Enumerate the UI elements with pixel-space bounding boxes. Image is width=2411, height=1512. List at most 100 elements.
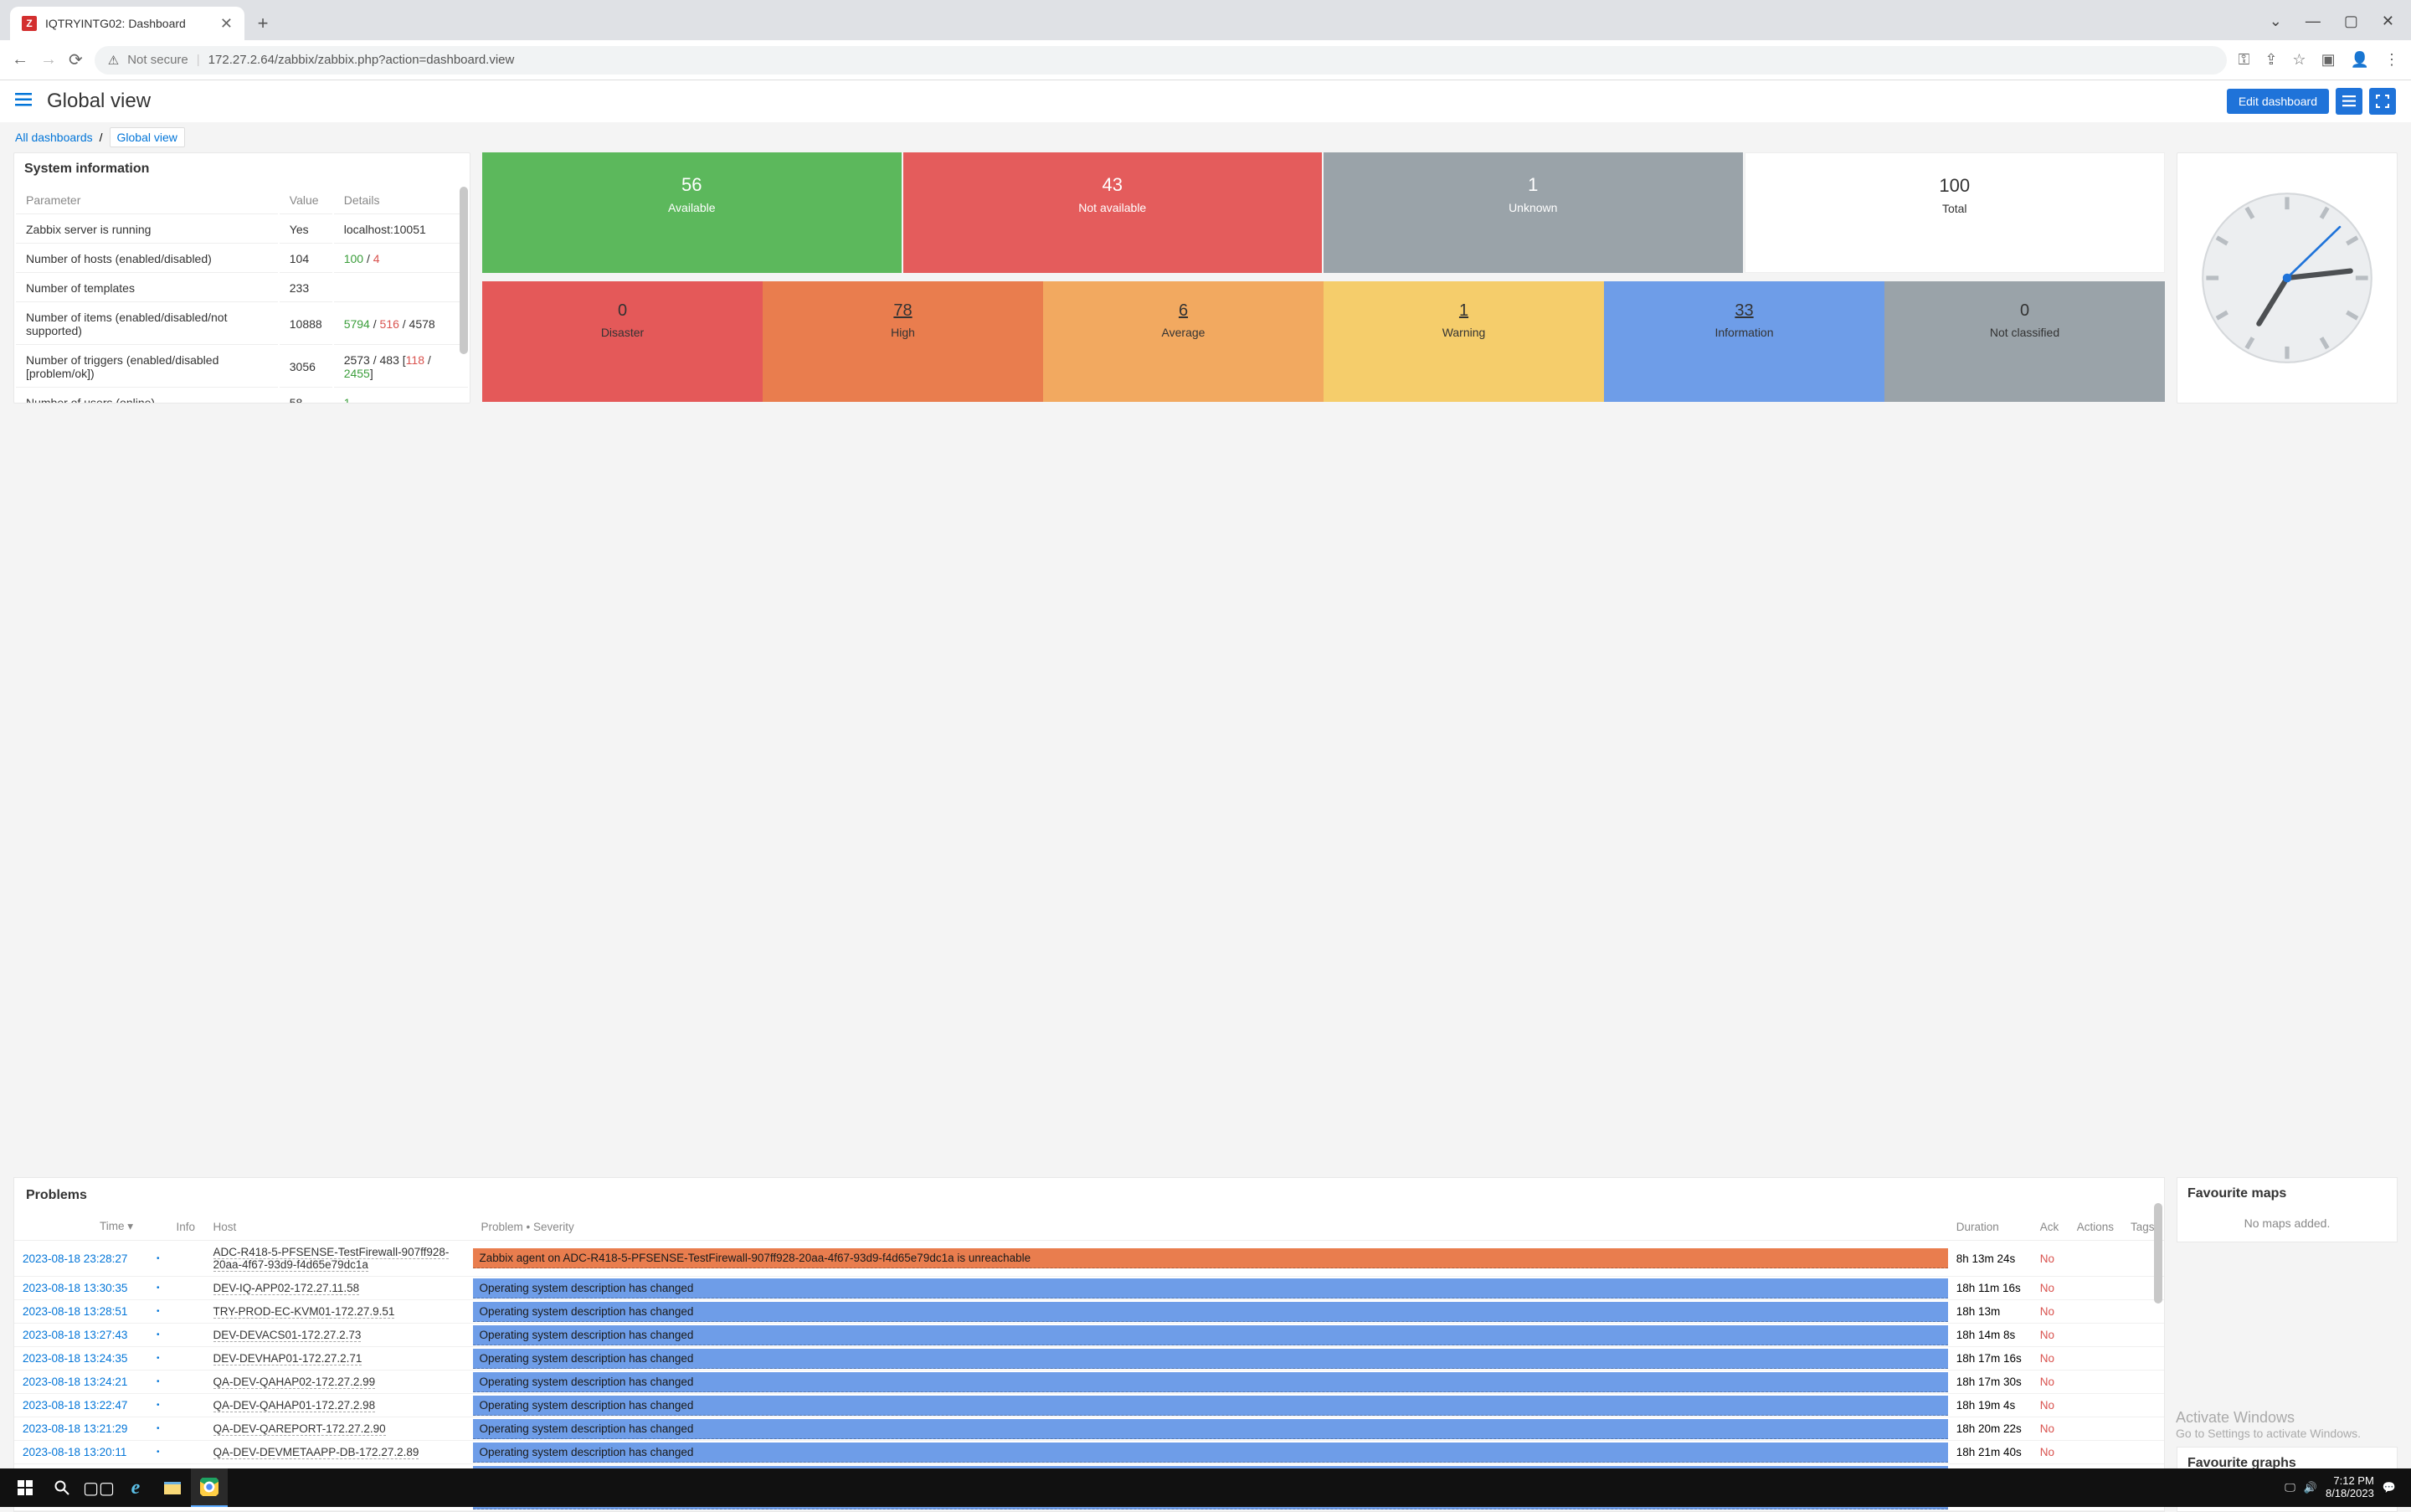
problem-host[interactable]: DEV-DEVHAP01-172.27.2.71 [205, 1347, 473, 1371]
problem-ack-link[interactable]: No [2040, 1446, 2054, 1458]
problem-time-link[interactable]: 2023-08-18 13:30:35 [23, 1282, 127, 1294]
problem-host[interactable]: TRY-PROD-EC-KVM01-172.27.9.51 [205, 1300, 473, 1324]
file-explorer-icon[interactable] [154, 1468, 191, 1507]
problem-host[interactable]: DEV-IQ-APP02-172.27.11.58 [205, 1277, 473, 1300]
problem-ack-link[interactable]: No [2040, 1376, 2054, 1388]
problem-ack-link[interactable]: No [2040, 1305, 2054, 1318]
problem-time-link[interactable]: 2023-08-18 13:20:11 [23, 1446, 126, 1458]
nav-reload-icon[interactable]: ⟳ [69, 49, 83, 70]
col-host[interactable]: Host [205, 1213, 473, 1241]
problem-host[interactable]: QA-DEV-QAREPORT-172.27.2.90 [205, 1417, 473, 1441]
start-button[interactable] [7, 1468, 44, 1507]
new-tab-button[interactable]: + [249, 10, 276, 37]
problem-actions [2069, 1324, 2122, 1347]
problem-severity-cell[interactable]: Operating system description has changed [473, 1302, 1948, 1322]
problem-severity-cell[interactable]: Operating system description has changed [473, 1419, 1948, 1439]
problem-info [168, 1394, 205, 1417]
hamburger-menu-icon[interactable] [15, 93, 32, 111]
profile-icon[interactable]: 👤 [2351, 51, 2369, 69]
col-duration[interactable]: Duration [1948, 1213, 2032, 1241]
sysinfo-col-value[interactable]: Value [280, 187, 332, 214]
col-ack[interactable]: Ack [2032, 1213, 2069, 1241]
nav-forward-icon[interactable]: → [40, 50, 57, 69]
problem-time-link[interactable]: 2023-08-18 13:22:47 [23, 1399, 127, 1412]
problem-severity-cell[interactable]: Operating system description has changed [473, 1325, 1948, 1345]
chrome-menu-icon[interactable]: ⋮ [2384, 51, 2399, 69]
ie-icon[interactable]: e [117, 1468, 154, 1507]
dashboard-menu-icon[interactable] [2336, 88, 2362, 115]
sysinfo-value: 10888 [280, 304, 332, 345]
tile-not-classified[interactable]: 0Not classified [1884, 281, 2165, 402]
col-problem[interactable]: Problem • Severity [473, 1213, 1948, 1241]
edit-dashboard-button[interactable]: Edit dashboard [2227, 89, 2329, 114]
window-dropdown-icon[interactable]: ⌄ [2270, 13, 2282, 30]
tab-close-icon[interactable]: ✕ [220, 15, 233, 33]
col-actions[interactable]: Actions [2069, 1213, 2122, 1241]
password-key-icon[interactable]: ⚿ [2239, 51, 2250, 69]
problem-time-link[interactable]: 2023-08-18 13:27:43 [23, 1329, 127, 1341]
tile-available[interactable]: 56Available [482, 152, 902, 273]
extensions-icon[interactable]: ▣ [2321, 51, 2336, 69]
problem-ack-link[interactable]: No [2040, 1422, 2054, 1435]
tile-disaster[interactable]: 0Disaster [482, 281, 763, 402]
col-info[interactable]: Info [168, 1213, 205, 1241]
breadcrumb-current[interactable]: Global view [110, 127, 185, 147]
sysinfo-scrollbar[interactable] [460, 187, 468, 354]
tray-notification-icon[interactable]: 💬 [2383, 1481, 2396, 1494]
tray-monitor-icon[interactable]: 🖵 [2285, 1481, 2295, 1494]
problem-time-link[interactable]: 2023-08-18 13:28:51 [23, 1305, 127, 1318]
problem-severity-cell[interactable]: Zabbix agent on ADC-R418-5-PFSENSE-TestF… [473, 1248, 1948, 1268]
problem-time-link[interactable]: 2023-08-18 23:28:27 [23, 1252, 127, 1265]
fullscreen-icon[interactable] [2369, 88, 2396, 115]
problem-tags [2122, 1417, 2164, 1441]
tile-warning[interactable]: 1Warning [1324, 281, 1604, 402]
taskbar-clock[interactable]: 7:12 PM 8/18/2023 [2326, 1475, 2374, 1500]
problem-host[interactable]: ADC-R418-5-PFSENSE-TestFirewall-907ff928… [205, 1241, 473, 1277]
col-time[interactable]: Time ▾ [14, 1213, 148, 1241]
tile-average[interactable]: 6Average [1043, 281, 1324, 402]
tile-not-available[interactable]: 43Not available [903, 152, 1323, 273]
problem-tags [2122, 1441, 2164, 1464]
url-bar[interactable]: ⚠ Not secure | 172.27.2.64/zabbix/zabbix… [95, 46, 2227, 75]
problem-severity-cell[interactable]: Operating system description has changed [473, 1396, 1948, 1416]
window-close-icon[interactable]: ✕ [2382, 13, 2394, 30]
window-minimize-icon[interactable]: — [2306, 13, 2321, 30]
sysinfo-col-details[interactable]: Details [334, 187, 468, 214]
problem-severity-cell[interactable]: Operating system description has changed [473, 1278, 1948, 1299]
problem-host[interactable]: QA-DEV-QAHAP02-172.27.2.99 [205, 1371, 473, 1394]
problem-ack-link[interactable]: No [2040, 1282, 2054, 1294]
problem-ack-link[interactable]: No [2040, 1352, 2054, 1365]
tray-volume-icon[interactable]: 🔊 [2304, 1481, 2317, 1494]
task-view-icon[interactable]: ▢▢ [80, 1468, 117, 1507]
problem-severity-cell[interactable]: Operating system description has changed [473, 1349, 1948, 1369]
problem-time-link[interactable]: 2023-08-18 13:21:29 [23, 1422, 127, 1435]
problem-ack-link[interactable]: No [2040, 1399, 2054, 1412]
tile-unknown[interactable]: 1Unknown [1324, 152, 1743, 273]
chrome-icon[interactable] [191, 1468, 228, 1507]
problem-tags [2122, 1347, 2164, 1371]
nav-back-icon[interactable]: ← [12, 50, 28, 69]
problem-severity-cell[interactable]: Operating system description has changed [473, 1443, 1948, 1463]
sysinfo-col-parameter[interactable]: Parameter [16, 187, 278, 214]
problem-host[interactable]: QA-DEV-QAHAP01-172.27.2.98 [205, 1394, 473, 1417]
tile-high[interactable]: 78High [763, 281, 1043, 402]
bookmark-star-icon[interactable]: ☆ [2292, 51, 2306, 69]
not-secure-label: Not secure [127, 53, 188, 67]
problem-ack-link[interactable]: No [2040, 1329, 2054, 1341]
problem-time-link[interactable]: 2023-08-18 13:24:21 [23, 1376, 127, 1388]
window-maximize-icon[interactable]: ▢ [2344, 13, 2358, 30]
problems-scrollbar[interactable] [2154, 1203, 2162, 1304]
browser-tab[interactable]: Z IQTRYINTG02: Dashboard ✕ [10, 7, 244, 40]
problem-ack-link[interactable]: No [2040, 1252, 2054, 1265]
share-icon[interactable]: ⇪ [2264, 51, 2277, 69]
problem-severity-cell[interactable]: Operating system description has changed [473, 1372, 1948, 1392]
sysinfo-details: 1 [334, 389, 468, 404]
problem-host[interactable]: QA-DEV-DEVMETAAPP-DB-172.27.2.89 [205, 1441, 473, 1464]
tile-total[interactable]: 100Total [1745, 152, 2166, 273]
problem-actions [2069, 1300, 2122, 1324]
problem-time-link[interactable]: 2023-08-18 13:24:35 [23, 1352, 127, 1365]
breadcrumb-root[interactable]: All dashboards [15, 131, 93, 144]
problem-host[interactable]: DEV-DEVACS01-172.27.2.73 [205, 1324, 473, 1347]
search-icon[interactable] [44, 1468, 80, 1507]
tile-information[interactable]: 33Information [1604, 281, 1884, 402]
